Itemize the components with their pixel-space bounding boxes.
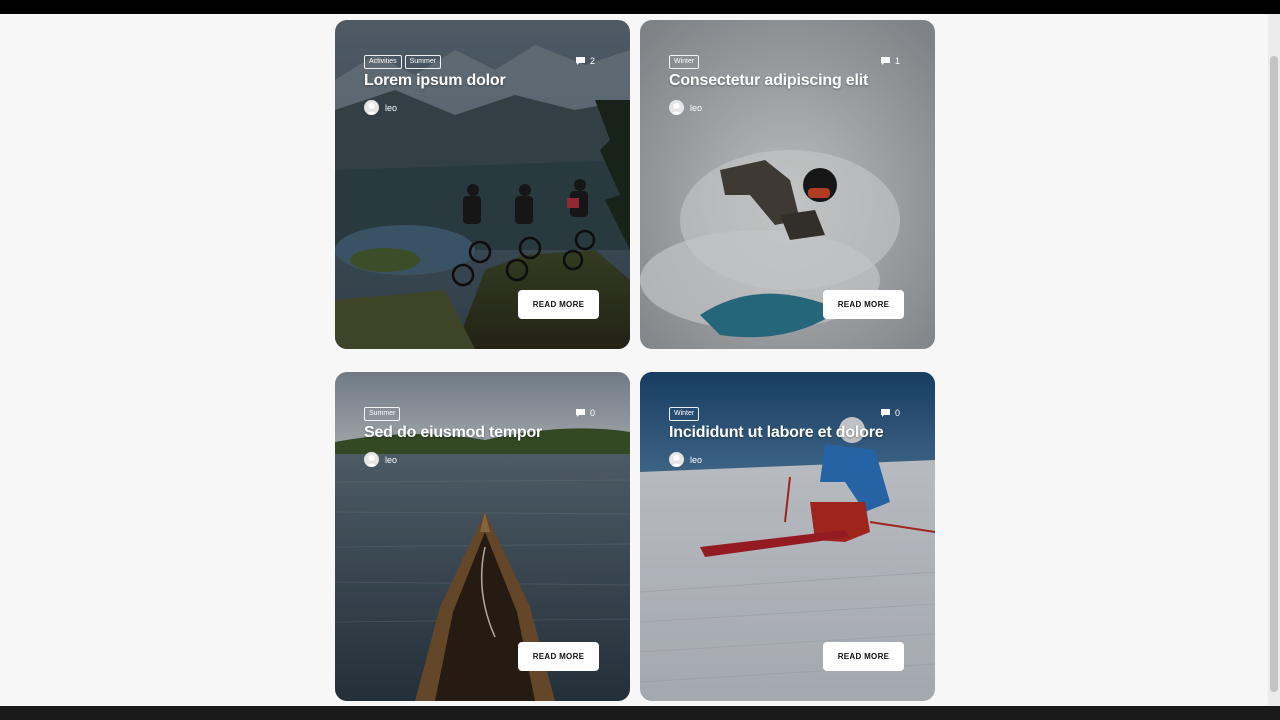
browser-bottom-bar xyxy=(0,706,1280,720)
user-avatar-icon xyxy=(669,452,684,467)
comment-count-value: 0 xyxy=(894,408,900,418)
read-more-button[interactable]: READ MORE xyxy=(823,642,904,671)
post-author[interactable]: leo xyxy=(669,452,702,467)
comment-count-value: 0 xyxy=(589,408,595,418)
tag-list: Activities Summer xyxy=(364,55,442,69)
tag-list: Winter xyxy=(669,407,700,421)
user-avatar-icon xyxy=(364,452,379,467)
post-title[interactable]: Sed do eiusmod tempor xyxy=(364,424,614,442)
post-card[interactable]: Activities Summer 2 Lorem ipsum dolor le… xyxy=(335,20,630,349)
comment-count[interactable]: 2 xyxy=(575,56,595,66)
comment-icon xyxy=(575,57,585,65)
user-avatar-icon xyxy=(364,100,379,115)
post-author[interactable]: leo xyxy=(364,100,397,115)
category-tag[interactable]: Summer xyxy=(364,407,401,421)
comment-count[interactable]: 1 xyxy=(880,56,900,66)
scrollbar-thumb[interactable] xyxy=(1270,56,1278,692)
read-more-button[interactable]: READ MORE xyxy=(518,642,599,671)
comment-count[interactable]: 0 xyxy=(880,408,900,418)
browser-top-bar xyxy=(0,0,1280,14)
post-title[interactable]: Incididunt ut labore et dolore xyxy=(669,424,919,442)
comment-icon xyxy=(575,409,585,417)
post-card[interactable]: Winter 1 Consectetur adipiscing elit leo… xyxy=(640,20,935,349)
read-more-button[interactable]: READ MORE xyxy=(518,290,599,319)
comment-count-value: 1 xyxy=(894,56,900,66)
tag-list: Winter xyxy=(669,55,700,69)
comment-count-value: 2 xyxy=(589,56,595,66)
comment-icon xyxy=(880,57,890,65)
category-tag[interactable]: Activities xyxy=(364,55,402,69)
category-tag[interactable]: Summer xyxy=(404,55,442,69)
user-avatar-icon xyxy=(669,100,684,115)
tag-list: Summer xyxy=(364,407,401,421)
author-name: leo xyxy=(690,102,703,113)
author-name: leo xyxy=(385,454,398,465)
post-card[interactable]: Winter 0 Incididunt ut labore et dolore … xyxy=(640,372,935,701)
author-name: leo xyxy=(690,454,703,465)
post-title[interactable]: Lorem ipsum dolor xyxy=(364,72,614,90)
post-author[interactable]: leo xyxy=(669,100,702,115)
comment-icon xyxy=(880,409,890,417)
post-author[interactable]: leo xyxy=(364,452,397,467)
read-more-button[interactable]: READ MORE xyxy=(823,290,904,319)
category-tag[interactable]: Winter xyxy=(669,55,700,69)
post-title[interactable]: Consectetur adipiscing elit xyxy=(669,72,919,90)
comment-count[interactable]: 0 xyxy=(575,408,595,418)
post-card[interactable]: Summer 0 Sed do eiusmod tempor leo READ … xyxy=(335,372,630,701)
author-name: leo xyxy=(385,102,398,113)
category-tag[interactable]: Winter xyxy=(669,407,700,421)
